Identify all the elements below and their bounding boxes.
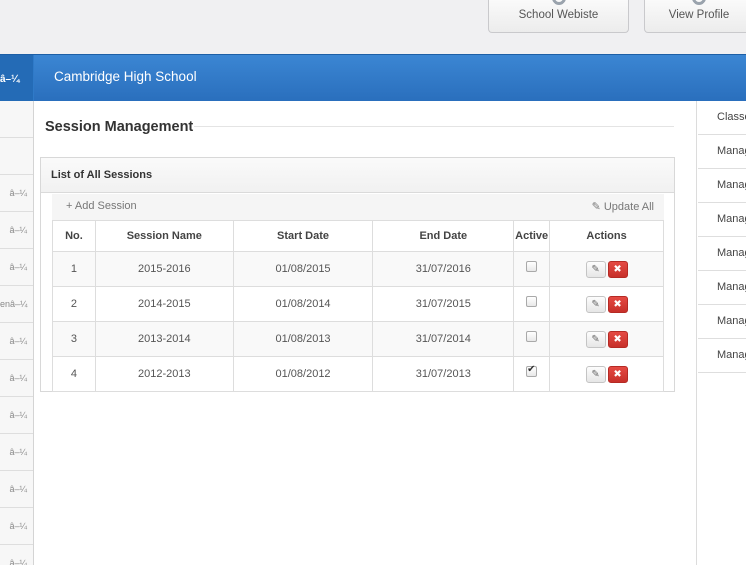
school-website-button[interactable]: School Webiste bbox=[488, 0, 629, 33]
update-all-button[interactable]: ✎ Update All bbox=[592, 200, 654, 213]
table-row: 1 2015-2016 01/08/2015 31/07/2016 ✎ ✖ bbox=[52, 251, 664, 287]
header-actions: Actions bbox=[549, 220, 664, 252]
left-sidebar: â–¼ â–¼ â–¼ enâ–¼ â–¼ â–¼ â–¼ â–¼ â–¼ â–¼ â–¼ bbox=[0, 101, 34, 565]
school-website-label: School Webiste bbox=[518, 9, 599, 21]
school-name: Cambridge High School bbox=[54, 69, 197, 84]
sidebar-item[interactable]: â–¼ bbox=[0, 508, 33, 545]
cell-session-name: 2014-2015 bbox=[94, 286, 234, 322]
active-checkbox[interactable] bbox=[526, 260, 538, 272]
cell-actions: ✎ ✖ bbox=[549, 321, 664, 357]
view-profile-label: View Profile bbox=[668, 9, 730, 21]
table-header-row: No. Session Name Start Date End Date Act… bbox=[52, 220, 664, 252]
cell-start-date: 01/08/2014 bbox=[232, 286, 374, 322]
edit-icon[interactable]: ✎ bbox=[585, 260, 606, 278]
edit-icon[interactable]: ✎ bbox=[585, 295, 606, 313]
table-row: 42012-201301/08/201231/07/2013 ✎✖ bbox=[52, 356, 664, 392]
cell-no: 4 bbox=[52, 356, 96, 392]
delete-icon[interactable]: ✖ bbox=[607, 260, 628, 278]
cell-start-date: 01/08/2012 bbox=[232, 356, 374, 392]
sidebar-item[interactable]: â–¼ bbox=[0, 249, 33, 286]
edit-icon[interactable]: ✎ bbox=[585, 330, 606, 348]
header-session-name: Session Name bbox=[94, 220, 234, 252]
sidebar-item[interactable] bbox=[0, 138, 33, 175]
cell-actions: ✎ ✖ bbox=[549, 251, 664, 287]
user-icon bbox=[689, 0, 709, 8]
sidebar-item[interactable]: â–¼ bbox=[0, 545, 33, 565]
page-title: Session Management bbox=[45, 119, 194, 135]
cell-actions: ✎ ✖ bbox=[549, 356, 664, 392]
header-menu-toggle[interactable]: â–¼ bbox=[0, 55, 34, 101]
right-item-manage[interactable]: Manage bbox=[698, 203, 746, 237]
cell-active bbox=[513, 356, 551, 392]
sidebar-item[interactable]: â–¼ bbox=[0, 397, 33, 434]
active-checkbox[interactable] bbox=[526, 330, 538, 342]
delete-icon[interactable]: ✖ bbox=[607, 365, 628, 383]
panel-title: List of All Sessions bbox=[41, 158, 674, 193]
sidebar-item[interactable] bbox=[0, 101, 33, 138]
globe-icon bbox=[548, 0, 569, 8]
table-row: 2 2014-2015 01/08/2014 31/07/2015 ✎ ✖ bbox=[52, 286, 664, 322]
cell-end-date: 31/07/2015 bbox=[372, 286, 515, 322]
cell-active bbox=[513, 321, 551, 357]
active-checkbox[interactable] bbox=[526, 295, 538, 307]
cell-session-name: 2013-2014 bbox=[94, 321, 234, 357]
cell-no: 3 bbox=[52, 321, 96, 357]
sidebar-item[interactable]: â–¼ bbox=[0, 212, 33, 249]
sidebar-item[interactable]: â–¼ bbox=[0, 323, 33, 360]
right-item-manage[interactable]: Manage bbox=[698, 305, 746, 339]
delete-icon[interactable]: ✖ bbox=[607, 295, 628, 313]
cell-start-date: 01/08/2015 bbox=[232, 251, 374, 287]
app-header: â–¼ Cambridge High School bbox=[0, 54, 746, 101]
cell-active bbox=[513, 251, 551, 287]
right-item-manage[interactable]: Manage bbox=[698, 237, 746, 271]
active-checkbox[interactable] bbox=[526, 364, 538, 377]
cell-no: 2 bbox=[52, 286, 96, 322]
header-end-date: End Date bbox=[372, 220, 515, 252]
cell-active bbox=[513, 286, 551, 322]
sidebar-item[interactable]: â–¼ bbox=[0, 471, 33, 508]
cell-start-date: 01/08/2013 bbox=[232, 321, 374, 357]
sessions-table: No. Session Name Start Date End Date Act… bbox=[52, 220, 664, 392]
add-session-button[interactable]: + Add Session bbox=[66, 200, 137, 212]
cell-no: 1 bbox=[52, 251, 96, 287]
sidebar-item[interactable]: â–¼ bbox=[0, 360, 33, 397]
sidebar-item[interactable]: â–¼ bbox=[0, 175, 33, 212]
right-item-manage[interactable]: Manage bbox=[698, 339, 746, 373]
right-item-manage[interactable]: Manage bbox=[698, 135, 746, 169]
cell-end-date: 31/07/2013 bbox=[372, 356, 515, 392]
header-no: No. bbox=[52, 220, 96, 252]
edit-icon[interactable]: ✎ bbox=[585, 365, 606, 383]
delete-icon[interactable]: ✖ bbox=[607, 330, 628, 348]
right-item-manage[interactable]: Manage bbox=[698, 169, 746, 203]
header-active: Active bbox=[513, 220, 551, 252]
table-toolbar: + Add Session ✎ Update All bbox=[52, 194, 664, 220]
sessions-panel: List of All Sessions + Add Session ✎ Upd… bbox=[40, 157, 675, 392]
cell-end-date: 31/07/2016 bbox=[372, 251, 515, 287]
main-content: Session Management List of All Sessions … bbox=[34, 101, 697, 565]
header-start-date: Start Date bbox=[232, 220, 374, 252]
title-divider bbox=[194, 126, 674, 127]
cell-session-name: 2015-2016 bbox=[94, 251, 234, 287]
right-panel: ClassesManageManageManageManageManageMan… bbox=[698, 101, 746, 565]
cell-end-date: 31/07/2014 bbox=[372, 321, 515, 357]
right-item-manage[interactable]: Manage bbox=[698, 271, 746, 305]
sidebar-item[interactable]: enâ–¼ bbox=[0, 286, 33, 323]
sidebar-item[interactable]: â–¼ bbox=[0, 434, 33, 471]
cell-session-name: 2012-2013 bbox=[94, 356, 234, 392]
table-row: 3 2013-2014 01/08/2013 31/07/2014 ✎ ✖ bbox=[52, 321, 664, 357]
view-profile-button[interactable]: View Profile bbox=[644, 0, 746, 33]
right-item-classes[interactable]: Classes bbox=[698, 101, 746, 135]
top-bar: School Webiste View Profile bbox=[0, 0, 746, 54]
cell-actions: ✎ ✖ bbox=[549, 286, 664, 322]
